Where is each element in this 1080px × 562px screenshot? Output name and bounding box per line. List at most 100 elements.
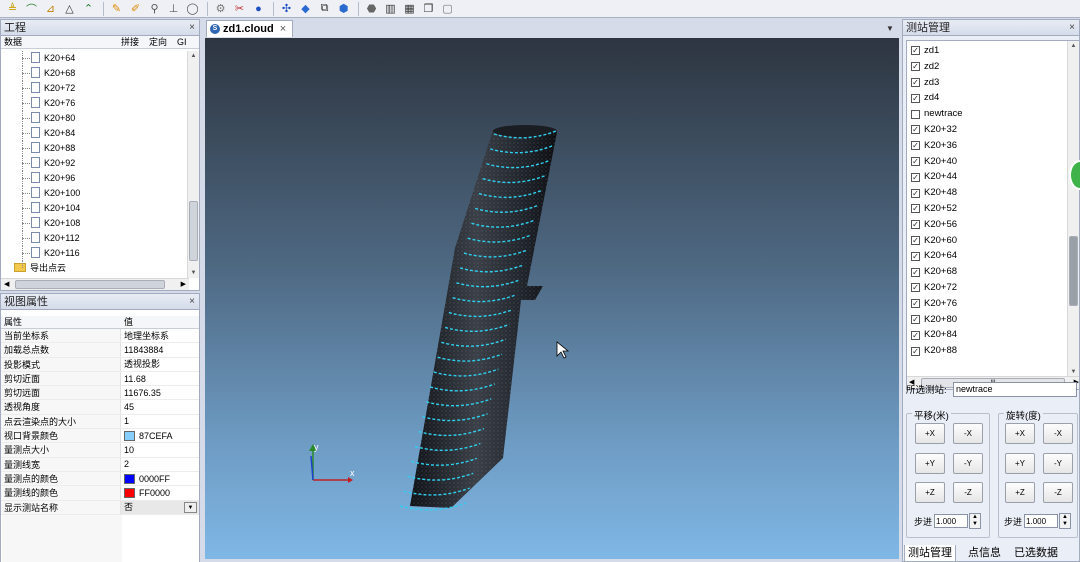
property-value[interactable]: 否 ▼ bbox=[121, 501, 199, 514]
property-row[interactable]: 点云渲染点的大小 1 bbox=[1, 414, 199, 430]
property-value[interactable]: 11.68 bbox=[121, 372, 199, 385]
column-data[interactable]: 数据 bbox=[1, 36, 121, 48]
station-item[interactable]: ✓ K20+48 bbox=[907, 185, 1069, 201]
tree-item[interactable]: K20+96 bbox=[1, 171, 187, 186]
station-checkbox[interactable]: ✓ bbox=[911, 220, 920, 230]
station-checkbox[interactable]: ✓ bbox=[911, 156, 920, 166]
station-item[interactable]: ✓ K20+36 bbox=[907, 138, 1069, 154]
tree-item[interactable]: K20+72 bbox=[1, 81, 187, 96]
tab-station-management[interactable]: 测站管理 bbox=[904, 545, 956, 562]
station-checkbox[interactable]: ✓ bbox=[911, 346, 920, 356]
property-value[interactable]: FF0000 bbox=[121, 486, 199, 499]
station-checkbox[interactable]: ✓ bbox=[911, 172, 920, 182]
property-row[interactable]: 剪切近面 11.68 bbox=[1, 371, 199, 387]
column-gi[interactable]: GI bbox=[177, 36, 189, 48]
rotate-minus-x-button[interactable]: -X bbox=[1043, 423, 1073, 444]
tree-item[interactable]: K20+68 bbox=[1, 66, 187, 81]
property-value[interactable]: 45 bbox=[121, 400, 199, 413]
translate-plus-x-button[interactable]: +X bbox=[915, 423, 945, 444]
tree-item[interactable]: K20+108 bbox=[1, 216, 187, 231]
scroll-thumb[interactable] bbox=[189, 201, 198, 261]
station-item[interactable]: ✓ K20+68 bbox=[907, 264, 1069, 280]
mesh-icon[interactable]: ⬣ bbox=[363, 1, 380, 16]
station-checkbox[interactable]: ✓ bbox=[911, 188, 920, 198]
rotate-minus-z-button[interactable]: -Z bbox=[1043, 482, 1073, 503]
station-checkbox[interactable]: ✓ bbox=[911, 299, 920, 309]
triangle-icon[interactable]: △ bbox=[61, 1, 78, 16]
translate-minus-x-button[interactable]: -X bbox=[953, 423, 983, 444]
station-checkbox[interactable]: ✓ bbox=[911, 235, 920, 245]
rotate-step-input[interactable] bbox=[1024, 514, 1059, 528]
tree-item[interactable]: K20+112 bbox=[1, 231, 187, 246]
station-item[interactable]: ✓ K20+80 bbox=[907, 312, 1069, 328]
tab-list-dropdown-icon[interactable]: ▼ bbox=[886, 24, 894, 33]
station-checkbox[interactable]: ✓ bbox=[911, 251, 920, 261]
station-checkbox[interactable] bbox=[911, 109, 920, 119]
station-item[interactable]: ✓ K20+32 bbox=[907, 122, 1069, 138]
column-stitch[interactable]: 拼接 bbox=[121, 36, 149, 48]
point-cloud-render[interactable]: x y bbox=[205, 38, 899, 559]
color-swatch[interactable] bbox=[124, 430, 135, 441]
translate-plus-z-button[interactable]: +Z bbox=[915, 482, 945, 503]
close-icon[interactable]: × bbox=[1069, 20, 1075, 36]
property-row[interactable]: 量测点大小 10 bbox=[1, 443, 199, 458]
station-checkbox[interactable]: ✓ bbox=[911, 93, 920, 103]
column-orient[interactable]: 定向 bbox=[149, 36, 177, 48]
layout-1-icon[interactable]: ▥ bbox=[382, 1, 399, 16]
property-value[interactable]: 0000FF bbox=[121, 472, 199, 485]
station-checkbox[interactable]: ✓ bbox=[911, 204, 920, 214]
tree-item[interactable]: K20+84 bbox=[1, 126, 187, 141]
station-item[interactable]: ✓ K20+84 bbox=[907, 327, 1069, 343]
property-value[interactable]: 地理坐标系 bbox=[121, 329, 199, 342]
station-item[interactable]: ✓ zd3 bbox=[907, 75, 1069, 91]
tree-item[interactable]: K20+76 bbox=[1, 96, 187, 111]
probe-icon[interactable]: ⚲ bbox=[146, 1, 163, 16]
scroll-right-arrow-icon[interactable]: ▶ bbox=[181, 280, 186, 288]
close-icon[interactable]: × bbox=[189, 294, 195, 310]
station-vscrollbar[interactable]: ▲ ▼ bbox=[1067, 41, 1079, 377]
property-value[interactable]: 10 bbox=[121, 443, 199, 456]
spin-arrows-icon[interactable]: ▲ ▼ bbox=[969, 513, 982, 529]
tree-item[interactable]: K20+88 bbox=[1, 141, 187, 156]
station-item[interactable]: ✓ K20+40 bbox=[907, 154, 1069, 170]
tab-selected-data[interactable]: 已选数据 bbox=[1011, 545, 1061, 562]
close-icon[interactable]: × bbox=[189, 20, 195, 36]
property-row[interactable]: 加载总点数 11843884 bbox=[1, 343, 199, 358]
station-checkbox[interactable]: ✓ bbox=[911, 141, 920, 151]
rotate-minus-y-button[interactable]: -Y bbox=[1043, 453, 1073, 474]
property-row[interactable]: 显示测站名称否 ▼ bbox=[1, 500, 199, 515]
point-cloud-viewport[interactable]: x y bbox=[205, 38, 899, 559]
translate-minus-y-button[interactable]: -Y bbox=[953, 453, 983, 474]
dropdown-arrow-icon[interactable]: ▼ bbox=[184, 501, 197, 513]
peak-icon[interactable]: ⌃ bbox=[80, 1, 97, 16]
color-icon[interactable]: ● bbox=[250, 1, 267, 16]
blank-icon[interactable]: ▢ bbox=[439, 1, 456, 16]
station-item[interactable]: ✓ zd2 bbox=[907, 59, 1069, 75]
property-value[interactable]: 透视投影 bbox=[121, 358, 199, 371]
record-icon[interactable]: ✂ bbox=[231, 1, 248, 16]
window-icon[interactable]: ❐ bbox=[420, 1, 437, 16]
station-checkbox[interactable]: ✓ bbox=[911, 314, 920, 324]
property-row[interactable]: 当前坐标系 地理坐标系 bbox=[1, 329, 199, 344]
tree-item[interactable]: K20+100 bbox=[1, 186, 187, 201]
profile-icon[interactable]: ⌒ bbox=[23, 1, 40, 16]
translate-step-input[interactable] bbox=[934, 514, 969, 528]
sphere-icon[interactable]: ⬢ bbox=[335, 1, 352, 16]
property-row[interactable]: 剪切远面 11676.35 bbox=[1, 386, 199, 401]
ruler-icon[interactable]: ✐ bbox=[127, 1, 144, 16]
rotate-plus-y-button[interactable]: +Y bbox=[1005, 453, 1035, 474]
scroll-down-arrow-icon[interactable]: ▼ bbox=[188, 270, 199, 276]
property-row[interactable]: 量测线宽 2 bbox=[1, 457, 199, 472]
tree-item[interactable]: K20+64 bbox=[1, 51, 187, 66]
network-icon[interactable]: ✣ bbox=[278, 1, 295, 16]
property-value[interactable]: 11676.35 bbox=[121, 386, 199, 399]
scroll-thumb[interactable] bbox=[1069, 236, 1078, 306]
station-item[interactable]: ✓ zd1 bbox=[907, 43, 1069, 59]
station-item[interactable]: ✓ zd4 bbox=[907, 90, 1069, 106]
gear-icon[interactable]: ⚙ bbox=[212, 1, 229, 16]
tree-item[interactable]: K20+80 bbox=[1, 111, 187, 126]
station-checkbox[interactable]: ✓ bbox=[911, 330, 920, 340]
scroll-up-arrow-icon[interactable]: ▲ bbox=[188, 53, 199, 59]
station-item[interactable]: ✓ K20+88 bbox=[907, 343, 1069, 359]
crop-icon[interactable]: ⊥ bbox=[165, 1, 182, 16]
